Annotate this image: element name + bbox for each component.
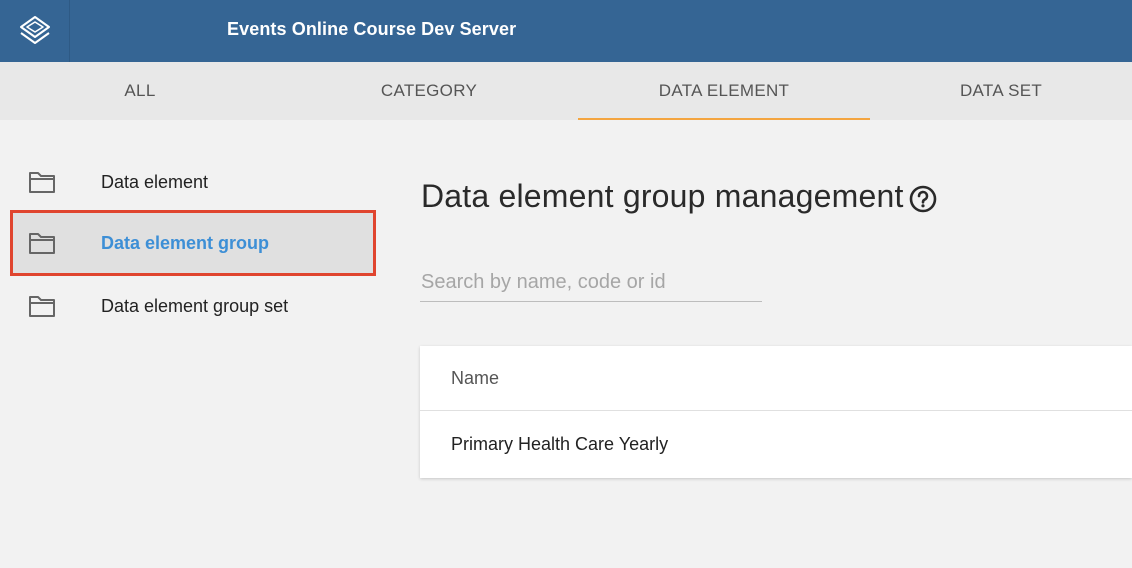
data-table: Name Primary Health Care Yearly [420,346,1132,478]
search-input[interactable] [420,264,762,302]
section-tabs: ALL CATEGORY DATA ELEMENT DATA SET [0,62,1132,120]
folder-icon [28,294,56,318]
sidebar-item-data-element-group-set[interactable]: Data element group set [10,273,376,339]
help-circle-icon[interactable] [908,184,938,214]
dhis2-layers-icon [19,16,50,44]
sidebar-item-label: Data element [101,171,209,192]
app-header: Events Online Course Dev Server [0,0,1132,62]
sidebar-item-label: Data element group set [101,295,289,316]
tab-data-element[interactable]: DATA ELEMENT [578,62,870,120]
tab-category[interactable]: CATEGORY [280,62,578,120]
table-row[interactable]: Primary Health Care Yearly [420,411,1132,478]
app-logo[interactable] [0,0,70,62]
page-title: Data element group management [421,178,904,214]
folder-icon [28,170,56,194]
column-header-name[interactable]: Name [420,346,1132,411]
sidebar-item-data-element[interactable]: Data element [10,149,376,215]
tab-all[interactable]: ALL [0,62,280,120]
app-title: Events Online Course Dev Server [227,19,517,39]
tab-data-set[interactable]: DATA SET [870,62,1132,120]
sidebar-item-data-element-group[interactable]: Data element group [10,210,376,276]
sidebar-item-label: Data element group [101,232,270,253]
folder-icon [28,231,56,255]
table-cell-name: Primary Health Care Yearly [451,434,669,454]
